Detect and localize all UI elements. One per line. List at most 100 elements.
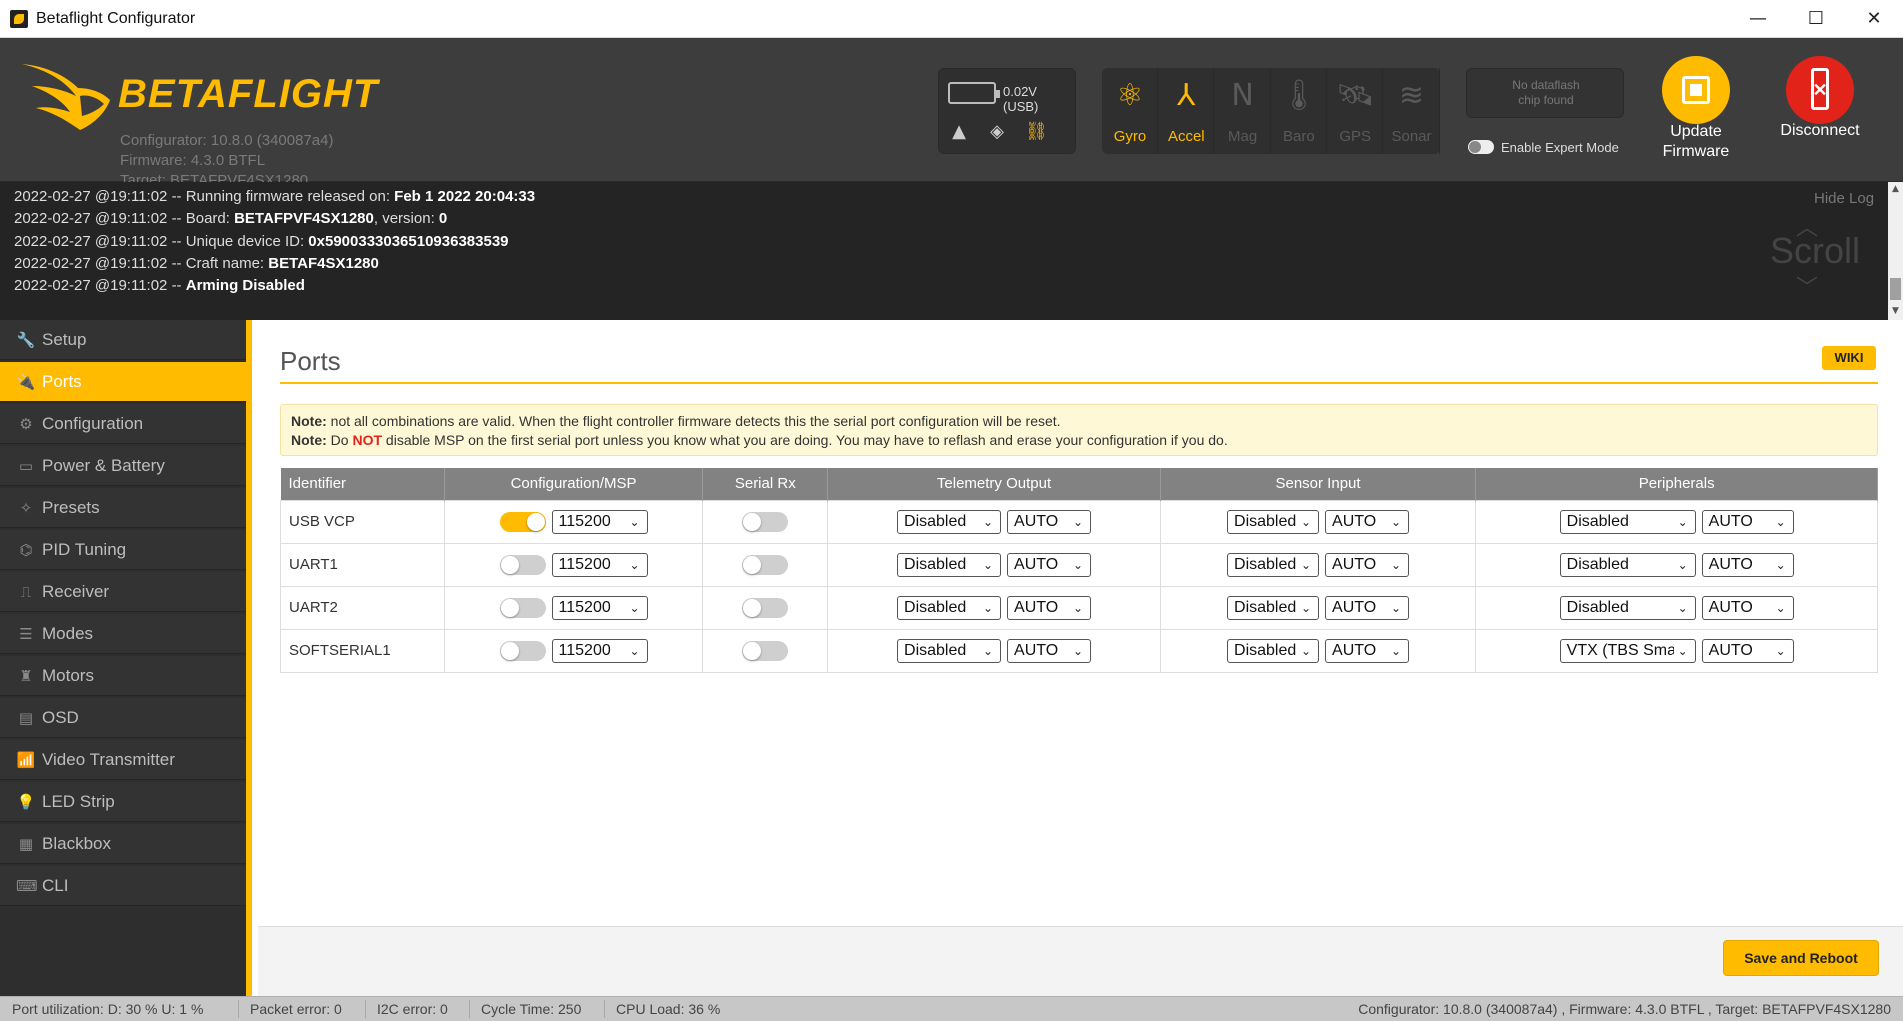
scroll-label[interactable]: Scroll [1770,230,1860,272]
sidebar-item-label: Modes [42,624,94,643]
sidebar-item-setup[interactable]: 🔧 Setup [0,320,246,360]
sensor-select[interactable]: Disabled ⌄ [1227,595,1320,620]
maximize-button[interactable]: ☐ [1787,0,1845,38]
peripherals-select[interactable]: VTX (TBS Sma ⌄ [1559,638,1696,663]
disconnect-label[interactable]: Disconnect [1764,122,1876,140]
sidebar-item-power-battery[interactable]: ▭ Power & Battery [0,446,246,486]
log-scrollbar[interactable]: ▲ ▼ [1888,182,1903,320]
serial-rx-toggle[interactable] [742,511,789,532]
peripherals-controls: Disabled ⌄ AUTO ⌄ [1559,595,1794,620]
sidebar-item-led-strip[interactable]: 💡 LED Strip [0,782,246,822]
scrollbar-down-arrow-icon[interactable]: ▼ [1888,306,1903,316]
diamond-icon: ◈ [990,121,1004,142]
sidebar-item-blackbox[interactable]: ▦ Blackbox [0,824,246,864]
telemetry-baud-select-value: AUTO [1014,512,1059,530]
telemetry-select[interactable]: Disabled ⌄ [897,638,1002,663]
peripherals-baud-select[interactable]: AUTO ⌄ [1701,509,1794,534]
telemetry-baud-select[interactable]: AUTO ⌄ [1007,595,1092,620]
scroll-down-icon[interactable]: ﹀ [1796,270,1818,302]
msp-toggle[interactable] [499,597,546,618]
app-logo-icon [10,10,28,28]
expert-mode-toggle[interactable] [1468,140,1494,154]
telemetry-baud-select-value: AUTO [1014,641,1059,659]
telemetry-select[interactable]: Disabled ⌄ [897,595,1002,620]
msp-baud-select[interactable]: 115200 ⌄ [551,509,648,534]
sidebar-item-configuration[interactable]: ⚙ Configuration [0,404,246,444]
update-firmware-label[interactable]: Update Firmware [1636,122,1756,162]
log-value: 0 [438,210,448,228]
msp-baud-select[interactable]: 115200 ⌄ [551,552,648,577]
sidebar-item-cli[interactable]: ⌨ CLI [0,866,246,906]
scrollbar-thumb[interactable] [1890,278,1901,300]
modes-icon: ☰ [19,625,33,643]
sidebar-item-modes[interactable]: ☰ Modes [0,614,246,654]
minimize-button[interactable]: — [1729,0,1787,38]
save-and-reboot-button[interactable]: Save and Reboot [1723,940,1879,976]
log-prefix: 2022-02-27 @19:11:02 -- Running firmware… [14,188,395,205]
msp-baud-select[interactable]: 115200 ⌄ [551,638,648,663]
peripherals-select[interactable]: Disabled ⌄ [1559,552,1696,577]
peripherals-select-value: Disabled [1566,598,1629,616]
port-identifier: UART1 [280,542,445,586]
plug-icon: 🔌 [16,373,36,391]
telemetry-select[interactable]: Disabled ⌄ [897,552,1002,577]
telemetry-select[interactable]: Disabled ⌄ [897,509,1002,534]
sidebar-item-ports[interactable]: 🔌 Ports [0,362,246,402]
scrollbar-up-arrow-icon[interactable]: ▲ [1888,184,1903,194]
column-header-serial-rx: Serial Rx [702,468,829,500]
chevron-down-icon: ⌄ [979,639,998,662]
peripherals-select-value: VTX (TBS Sma [1566,641,1676,659]
close-button[interactable]: ✕ [1845,0,1903,38]
sensor-select[interactable]: Disabled ⌄ [1227,552,1320,577]
log-prefix: 2022-02-27 @19:11:02 -- Unique device ID… [14,232,309,250]
sidebar-item-motors[interactable]: ♜ Motors [0,656,246,696]
telemetry-baud-select[interactable]: AUTO ⌄ [1007,552,1092,577]
telemetry-baud-select[interactable]: AUTO ⌄ [1007,638,1092,663]
log-line: 2022-02-27 @19:11:02 -- Craft name: BETA… [14,255,379,272]
msp-baud-select[interactable]: 115200 ⌄ [551,595,648,620]
chevron-down-icon: ⌄ [1297,510,1316,533]
sensor-baud-select[interactable]: AUTO ⌄ [1325,638,1410,663]
sidebar-item-pid-tuning[interactable]: ⌬ PID Tuning [0,530,246,570]
sidebar-item-presets[interactable]: ✧ Presets [0,488,246,528]
sidebar-item-video-transmitter[interactable]: 📶 Video Transmitter [0,740,246,780]
sensor-baud-select[interactable]: AUTO ⌄ [1325,552,1410,577]
sidebar-item-label: Motors [42,666,94,685]
telemetry-baud-select[interactable]: AUTO ⌄ [1007,509,1092,534]
serial-rx-toggle[interactable] [742,640,789,661]
telemetry-baud-select-value: AUTO [1014,555,1059,573]
peripherals-baud-select[interactable]: AUTO ⌄ [1701,552,1794,577]
msp-toggle[interactable] [499,640,546,661]
sidebar-item-receiver[interactable]: ⎍ Receiver [0,572,246,612]
peripherals-baud-select[interactable]: AUTO ⌄ [1701,638,1794,663]
action-bar: Save and Reboot [258,926,1903,996]
main-content: Ports WIKI Note: not all combinations ar… [258,320,1903,996]
note-text: disable MSP on the first serial port unl… [382,432,1228,448]
disconnect-button[interactable]: ✕ [1786,56,1854,124]
port-identifier: UART2 [280,585,445,629]
msp-toggle[interactable] [499,511,546,532]
peripherals-select[interactable]: Disabled ⌄ [1559,509,1696,534]
serial-rx-toggle[interactable] [742,554,789,575]
peripherals-select[interactable]: Disabled ⌄ [1559,595,1696,620]
packet-error: Packet error: 0 [250,1001,342,1017]
hide-log-link[interactable]: Hide Log [1814,190,1874,207]
sensor-select[interactable]: Disabled ⌄ [1227,638,1320,663]
sidebar-item-osd[interactable]: ▤ OSD [0,698,246,738]
chevron-down-icon: ⌄ [1069,639,1088,662]
wiki-button[interactable]: WIKI [1822,346,1876,370]
chevron-down-icon: ⌄ [1771,510,1790,533]
serial-rx-toggle[interactable] [742,597,789,618]
msp-controls: 115200 ⌄ [499,509,648,534]
msp-toggle[interactable] [499,554,546,575]
telemetry-select-value: Disabled [904,512,967,530]
chevron-down-icon: ⌄ [1771,639,1790,662]
sensor-select-value: Disabled [1234,555,1297,573]
sensor-select[interactable]: Disabled ⌄ [1227,509,1320,534]
update-firmware-button[interactable] [1662,56,1730,124]
telemetry-cell: Disabled ⌄ AUTO ⌄ [827,585,1161,629]
peripherals-baud-select[interactable]: AUTO ⌄ [1701,595,1794,620]
peripherals-cell: VTX (TBS Sma ⌄ AUTO ⌄ [1475,628,1878,673]
sensor-baud-select[interactable]: AUTO ⌄ [1325,509,1410,534]
sensor-baud-select[interactable]: AUTO ⌄ [1325,595,1410,620]
